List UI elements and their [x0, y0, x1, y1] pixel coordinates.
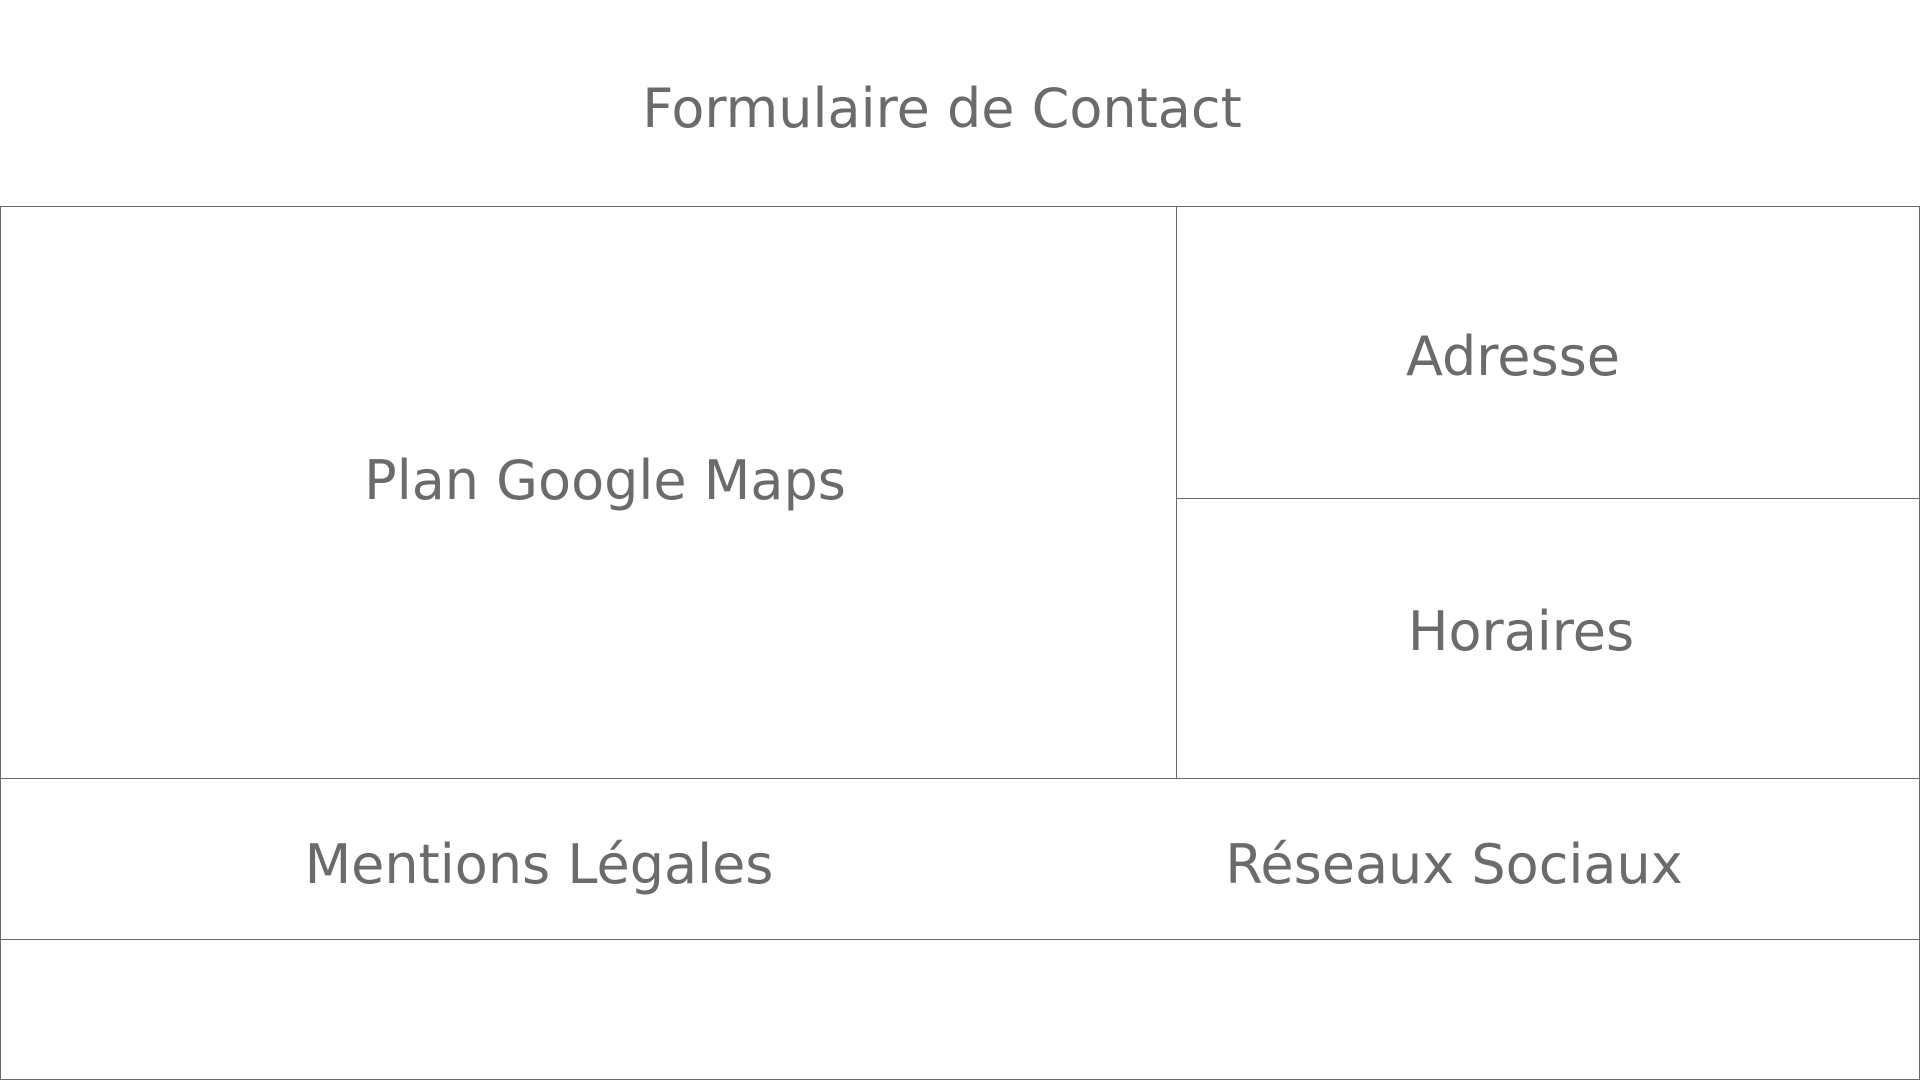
- hours-block-label: Horaires: [1407, 600, 1635, 663]
- grid-line-top: [0, 206, 1920, 207]
- wireframe-canvas: Formulaire de Contact Plan Google Maps A…: [0, 0, 1920, 1080]
- contact-form-title: Formulaire de Contact: [642, 77, 1242, 140]
- map-block-label: Plan Google Maps: [364, 449, 846, 512]
- grid-line-map-divider: [1176, 206, 1177, 778]
- grid-line-footer-bottom: [0, 939, 1920, 940]
- legal-notice-label: Mentions Légales: [304, 833, 774, 896]
- grid-line-address-divider: [1176, 498, 1920, 499]
- address-block-label: Adresse: [1406, 325, 1620, 388]
- grid-line-left-edge: [0, 206, 1, 1080]
- social-networks-label: Réseaux Sociaux: [1225, 833, 1683, 896]
- grid-line-footer-top: [0, 778, 1920, 779]
